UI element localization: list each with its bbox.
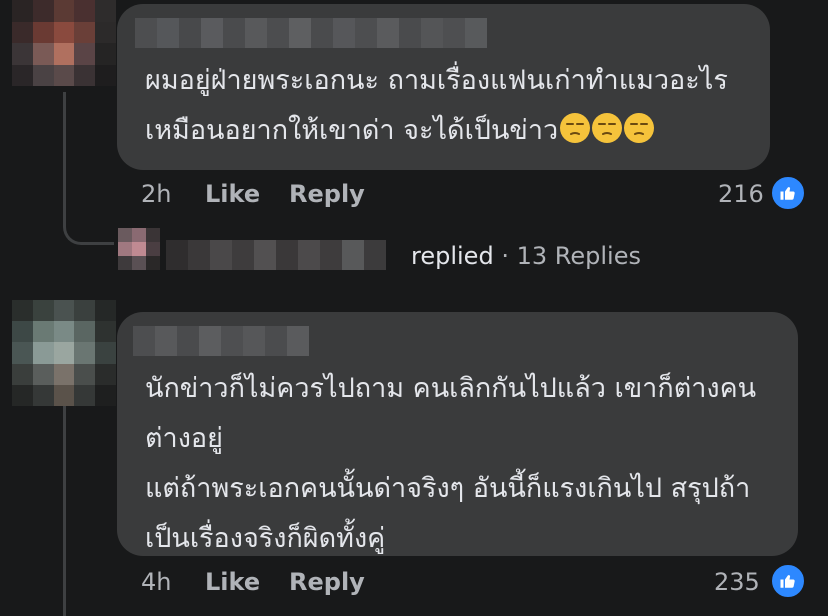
reply-button[interactable]: Reply	[289, 180, 365, 208]
comment-line: แต่ถ้าพระเอกคนนั้นด่าจริงๆ อันนี้ก็แรงเก…	[145, 473, 751, 504]
thread-line-bottom	[63, 400, 66, 616]
like-button[interactable]: Like	[205, 180, 260, 208]
thread-line-top	[63, 92, 114, 245]
reaction-count[interactable]: 235	[714, 568, 760, 596]
replied-label: replied	[411, 242, 494, 270]
comment-text: ผมอยู่ฝ่ายพระเอกนะ ถามเรื่องแฟนเก่าทำแมว…	[145, 56, 728, 156]
comment-bubble: ผมอยู่ฝ่ายพระเอกนะ ถามเรื่องแฟนเก่าทำแมว…	[117, 4, 770, 170]
comment-line: เหมือนอยากให้เขาด่า จะได้เป็นข่าว	[145, 106, 728, 156]
reply-count-link[interactable]: 13 Replies	[517, 242, 641, 270]
unamused-face-emoji	[592, 113, 623, 143]
comment-bubble: นักข่าวก็ไม่ควรไปถาม คนเลิกกันไปแล้ว เขา…	[117, 312, 798, 556]
comment-time[interactable]: 4h	[141, 568, 171, 596]
commenter-name[interactable]	[133, 326, 309, 356]
comment-line: เป็นเรื่องจริงก็ผิดทั้งคู่	[145, 523, 386, 554]
avatar[interactable]	[12, 300, 116, 406]
like-reaction-icon	[770, 563, 806, 599]
like-button[interactable]: Like	[205, 568, 260, 596]
comment-text: นักข่าวก็ไม่ควรไปถาม คนเลิกกันไปแล้ว เขา…	[145, 364, 756, 564]
separator: ·	[501, 242, 509, 270]
replies-summary[interactable]: replied · 13 Replies	[411, 242, 641, 270]
reply-button[interactable]: Reply	[289, 568, 365, 596]
unamused-face-emoji	[624, 113, 655, 143]
comment-line: นักข่าวก็ไม่ควรไปถาม คนเลิกกันไปแล้ว เขา…	[145, 373, 757, 404]
replier-avatar[interactable]	[118, 228, 160, 270]
comment-line: ผมอยู่ฝ่ายพระเอกนะ ถามเรื่องแฟนเก่าทำแมว…	[145, 65, 728, 96]
avatar[interactable]	[12, 0, 116, 86]
replier-name[interactable]	[166, 240, 386, 270]
comment-time[interactable]: 2h	[141, 180, 171, 208]
like-reaction-icon	[770, 175, 806, 211]
reaction-count[interactable]: 216	[718, 180, 764, 208]
unamused-face-emoji	[560, 113, 591, 143]
commenter-name[interactable]	[135, 18, 487, 48]
comment-line: ต่างอยู่	[145, 423, 223, 454]
